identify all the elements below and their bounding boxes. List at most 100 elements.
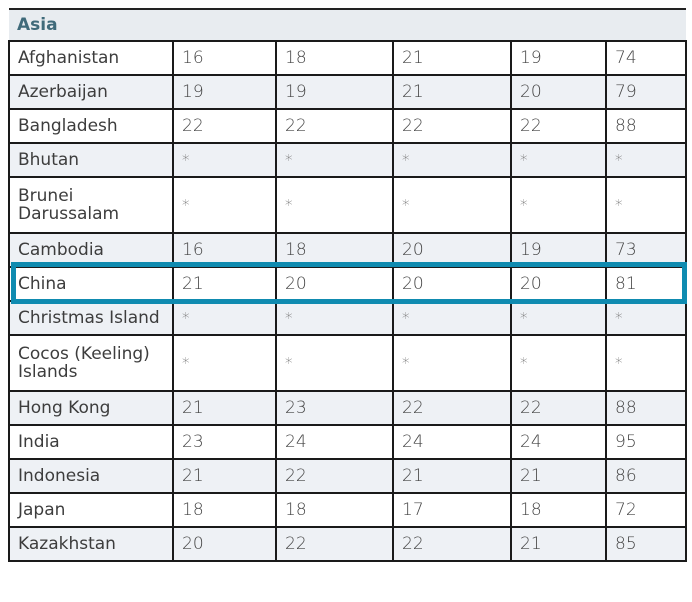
value-cell: * xyxy=(604,334,688,392)
value-cell: * xyxy=(392,300,512,336)
country-name: Kazakhstan xyxy=(8,526,174,562)
value-cell: 22 xyxy=(172,108,277,144)
value-cell: * xyxy=(604,300,688,336)
value-cell: 22 xyxy=(392,526,512,562)
country-name: Japan xyxy=(8,492,174,528)
value-cell: 22 xyxy=(392,108,512,144)
value-cell: * xyxy=(172,300,277,336)
table-row: Azerbaijan 19 19 21 20 79 xyxy=(8,74,688,110)
table-row: Kazakhstan 20 22 22 21 85 xyxy=(8,526,688,562)
value-cell: 21 xyxy=(510,458,607,494)
value-cell: 22 xyxy=(392,390,512,426)
asia-table: Asia Afghanistan 16 18 21 19 74 Azerbaijan 19 19… xyxy=(8,8,688,562)
value-cell: 88 xyxy=(604,390,688,426)
value-cell: * xyxy=(604,176,688,234)
value-cell: 22 xyxy=(510,108,607,144)
value-cell: * xyxy=(172,334,277,392)
value-cell: 86 xyxy=(604,458,688,494)
value-cell: 19 xyxy=(510,40,607,76)
value-cell: * xyxy=(172,176,277,234)
value-cell: 95 xyxy=(604,424,688,460)
table-row: India 23 24 24 24 95 xyxy=(8,424,688,460)
table-row: Christmas Island * * * * * xyxy=(8,300,688,336)
country-name: Indonesia xyxy=(8,458,174,494)
value-cell: * xyxy=(275,300,394,336)
value-cell: * xyxy=(392,176,512,234)
value-cell: 24 xyxy=(392,424,512,460)
table-row: Cambodia 16 18 20 19 73 xyxy=(8,232,688,268)
value-cell: * xyxy=(275,334,394,392)
table-row: Japan 18 18 17 18 72 xyxy=(8,492,688,528)
value-cell: * xyxy=(172,142,277,178)
section-header-row: Asia xyxy=(9,8,687,42)
value-cell: 20 xyxy=(275,266,394,302)
country-name: Cambodia xyxy=(8,232,174,268)
value-cell: 20 xyxy=(392,232,512,268)
value-cell: 85 xyxy=(604,526,688,562)
table-row: Brunei Darussalam * * * * * xyxy=(8,176,688,234)
value-cell: 19 xyxy=(275,74,394,110)
country-name: Bangladesh xyxy=(8,108,174,144)
value-cell: 21 xyxy=(172,458,277,494)
country-name: Azerbaijan xyxy=(8,74,174,110)
table-row: Cocos (Keeling) Islands * * * * * xyxy=(8,334,688,392)
value-cell: 22 xyxy=(275,108,394,144)
value-cell: * xyxy=(604,142,688,178)
value-cell: 18 xyxy=(275,492,394,528)
country-name: Bhutan xyxy=(8,142,174,178)
value-cell: 20 xyxy=(510,74,607,110)
table-row: Indonesia 21 22 21 21 86 xyxy=(8,458,688,494)
value-cell: 79 xyxy=(604,74,688,110)
value-cell: * xyxy=(275,176,394,234)
value-cell: 81 xyxy=(604,266,688,302)
value-cell: 21 xyxy=(510,526,607,562)
value-cell: * xyxy=(510,300,607,336)
value-cell: * xyxy=(510,334,607,392)
value-cell: 24 xyxy=(510,424,607,460)
value-cell: 73 xyxy=(604,232,688,268)
value-cell: 18 xyxy=(275,232,394,268)
country-name: India xyxy=(8,424,174,460)
table-row: Hong Kong 21 23 22 22 88 xyxy=(8,390,688,426)
section-title: Asia xyxy=(9,8,687,42)
value-cell: 17 xyxy=(392,492,512,528)
country-name: Cocos (Keeling) Islands xyxy=(8,334,174,392)
value-cell: 21 xyxy=(392,40,512,76)
value-cell: 21 xyxy=(172,266,277,302)
value-cell: 21 xyxy=(172,390,277,426)
value-cell: 18 xyxy=(275,40,394,76)
table-row: Bhutan * * * * * xyxy=(8,142,688,178)
value-cell: 16 xyxy=(172,232,277,268)
table-row: Afghanistan 16 18 21 19 74 xyxy=(8,40,688,76)
table-row: Bangladesh 22 22 22 22 88 xyxy=(8,108,688,144)
country-name: China xyxy=(8,266,174,302)
table-row: China 21 20 20 20 81 xyxy=(8,266,688,302)
value-cell: 21 xyxy=(392,74,512,110)
value-cell: 20 xyxy=(172,526,277,562)
value-cell: 88 xyxy=(604,108,688,144)
value-cell: 22 xyxy=(510,390,607,426)
value-cell: 22 xyxy=(275,458,394,494)
value-cell: 72 xyxy=(604,492,688,528)
value-cell: * xyxy=(510,176,607,234)
value-cell: 20 xyxy=(510,266,607,302)
value-cell: 23 xyxy=(172,424,277,460)
value-cell: 24 xyxy=(275,424,394,460)
value-cell: 21 xyxy=(392,458,512,494)
data-table-container: Asia Afghanistan 16 18 21 19 74 Azerbaijan 19 19… xyxy=(8,8,688,562)
value-cell: 74 xyxy=(604,40,688,76)
country-name: Brunei Darussalam xyxy=(8,176,174,234)
value-cell: 22 xyxy=(275,526,394,562)
value-cell: * xyxy=(510,142,607,178)
value-cell: 18 xyxy=(510,492,607,528)
value-cell: 19 xyxy=(510,232,607,268)
value-cell: * xyxy=(275,142,394,178)
value-cell: * xyxy=(392,142,512,178)
value-cell: 16 xyxy=(172,40,277,76)
value-cell: * xyxy=(392,334,512,392)
value-cell: 20 xyxy=(392,266,512,302)
value-cell: 23 xyxy=(275,390,394,426)
country-name: Hong Kong xyxy=(8,390,174,426)
country-name: Afghanistan xyxy=(8,40,174,76)
value-cell: 18 xyxy=(172,492,277,528)
